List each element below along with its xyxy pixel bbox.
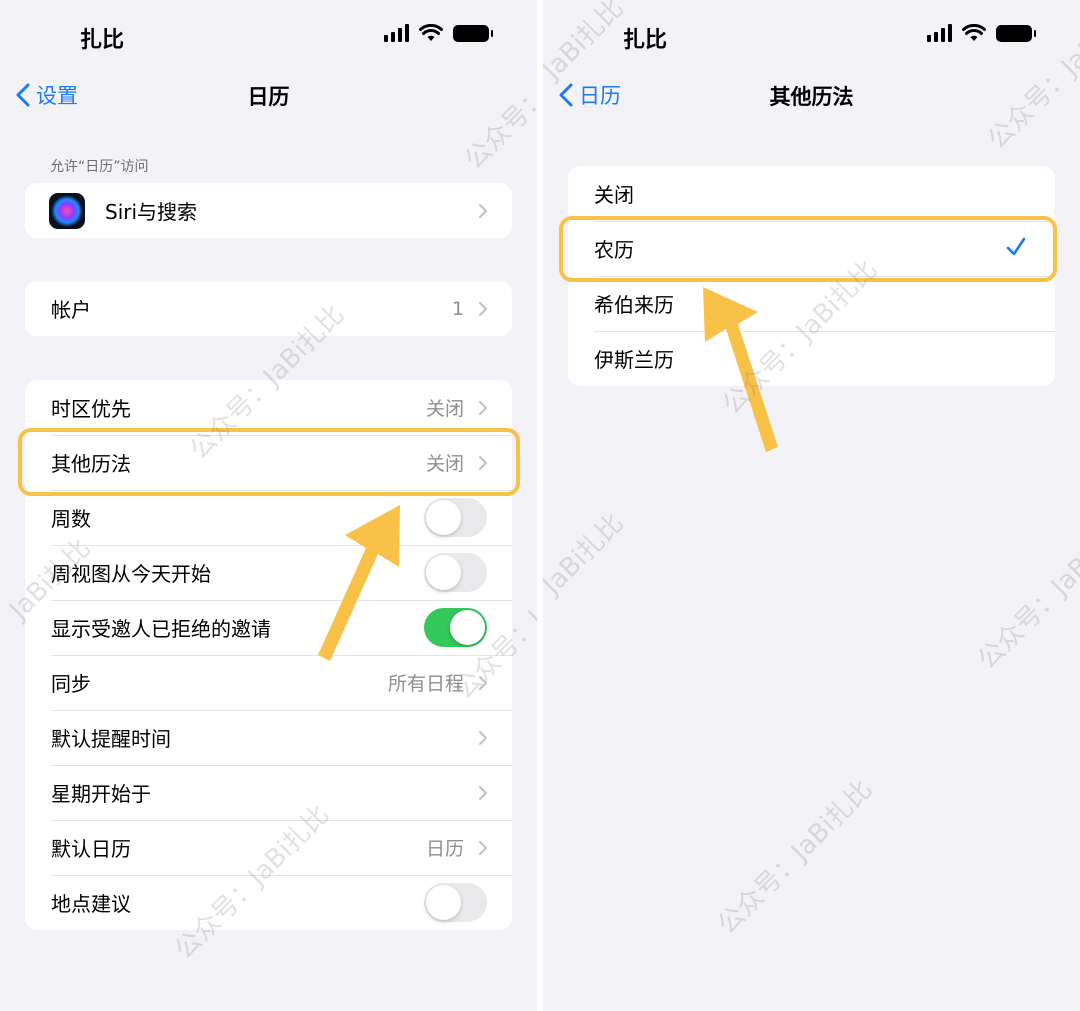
toggle-knob bbox=[426, 555, 461, 590]
row-label: Siri与搜索 bbox=[105, 200, 198, 224]
timezone-override-row[interactable]: 时区优先 关闭 bbox=[25, 380, 512, 435]
siri-icon bbox=[49, 192, 85, 229]
location-suggestions-toggle[interactable] bbox=[424, 883, 487, 922]
option-hebrew[interactable]: 希伯来历 bbox=[568, 276, 1055, 331]
watermark: 公众号：JaBi扎比 bbox=[712, 774, 879, 941]
chevron-right-icon bbox=[478, 675, 488, 691]
accounts-count: 1 bbox=[451, 297, 464, 320]
toggle-knob bbox=[450, 610, 485, 645]
chevron-right-icon bbox=[478, 301, 488, 317]
week-view-today-row: 周视图从今天开始 bbox=[25, 545, 512, 600]
accounts-row[interactable]: 帐户 1 bbox=[25, 281, 512, 336]
calendar-options-group: 时区优先 关闭 其他历法 关闭 周数 周视图从今天开始 显示受邀人已拒绝的邀请 … bbox=[25, 380, 512, 930]
battery-icon bbox=[453, 24, 493, 42]
chevron-right-icon bbox=[478, 400, 488, 416]
show-declined-row: 显示受邀人已拒绝的邀请 bbox=[25, 600, 512, 655]
show-declined-toggle[interactable] bbox=[424, 608, 487, 647]
navigation-bar: 设置 日历 bbox=[0, 70, 537, 120]
status-bar: 扎比 bbox=[543, 0, 1080, 70]
week-start-row[interactable]: 星期开始于 bbox=[25, 765, 512, 820]
row-label: 周数 bbox=[51, 507, 91, 531]
option-label: 关闭 bbox=[594, 183, 634, 207]
calendar-type-list: 关闭 农历 希伯来历 伊斯兰历 bbox=[568, 166, 1055, 386]
row-label: 同步 bbox=[51, 672, 91, 696]
default-calendar-row[interactable]: 默认日历 日历 bbox=[25, 820, 512, 875]
week-numbers-row: 周数 bbox=[25, 490, 512, 545]
row-label: 帐户 bbox=[51, 298, 91, 322]
row-value: 所有日程 bbox=[387, 673, 464, 695]
option-islamic[interactable]: 伊斯兰历 bbox=[568, 331, 1055, 386]
alternate-calendars-screen: 扎比 日历 其他历法 关闭 农历 希伯来历 伊斯兰历 JaBi扎比 公众号：Ja… bbox=[543, 0, 1080, 1011]
row-label: 周视图从今天开始 bbox=[51, 562, 211, 586]
row-value: 关闭 bbox=[425, 398, 464, 420]
row-label: 默认日历 bbox=[51, 837, 131, 861]
accounts-group: 帐户 1 bbox=[25, 281, 512, 336]
option-label: 伊斯兰历 bbox=[594, 348, 674, 372]
row-label: 时区优先 bbox=[51, 397, 131, 421]
option-label: 农历 bbox=[594, 238, 634, 262]
wifi-icon bbox=[962, 24, 986, 41]
chevron-right-icon bbox=[478, 730, 488, 746]
chevron-right-icon bbox=[478, 785, 488, 801]
row-value: 日历 bbox=[425, 838, 464, 860]
row-value: 关闭 bbox=[425, 453, 464, 475]
chevron-right-icon bbox=[478, 840, 488, 856]
siri-search-row[interactable]: Siri与搜索 bbox=[25, 183, 512, 238]
wifi-icon bbox=[419, 24, 443, 41]
battery-icon bbox=[996, 24, 1036, 42]
navigation-bar: 日历 其他历法 bbox=[543, 70, 1080, 120]
watermark: 公众号：JaBi扎比 bbox=[972, 509, 1080, 676]
sync-row[interactable]: 同步 所有日程 bbox=[25, 655, 512, 710]
alternate-calendars-row[interactable]: 其他历法 关闭 bbox=[25, 435, 512, 490]
row-label: 其他历法 bbox=[51, 452, 131, 476]
status-bar: 扎比 bbox=[0, 0, 537, 70]
row-label: 星期开始于 bbox=[51, 782, 151, 806]
option-label: 希伯来历 bbox=[594, 293, 674, 317]
row-label: 默认提醒时间 bbox=[51, 727, 171, 751]
calendar-settings-screen: 扎比 设置 日历 允许“日历”访问 Siri与搜索 帐户 1 时区优先 关闭 其… bbox=[0, 0, 537, 1011]
option-chinese-lunar[interactable]: 农历 bbox=[568, 221, 1055, 276]
toggle-knob bbox=[426, 500, 461, 535]
toggle-knob bbox=[426, 885, 461, 920]
page-title: 日历 bbox=[247, 85, 290, 109]
status-icons bbox=[384, 24, 493, 42]
cellular-signal-icon bbox=[927, 24, 952, 42]
chevron-right-icon bbox=[478, 203, 488, 219]
siri-group: Siri与搜索 bbox=[25, 183, 512, 238]
option-off[interactable]: 关闭 bbox=[568, 166, 1055, 221]
row-label: 显示受邀人已拒绝的邀请 bbox=[51, 617, 271, 641]
page-title: 其他历法 bbox=[769, 85, 854, 109]
section-header: 允许“日历”访问 bbox=[50, 159, 149, 175]
cellular-signal-icon bbox=[384, 24, 409, 42]
carrier-name: 扎比 bbox=[623, 28, 668, 53]
location-suggestions-row: 地点建议 bbox=[25, 875, 512, 930]
watermark: JaBi扎比 bbox=[543, 508, 630, 601]
default-alert-row[interactable]: 默认提醒时间 bbox=[25, 710, 512, 765]
week-numbers-toggle[interactable] bbox=[424, 498, 487, 537]
chevron-right-icon bbox=[478, 455, 488, 471]
carrier-name: 扎比 bbox=[80, 28, 125, 53]
row-label: 地点建议 bbox=[51, 892, 131, 916]
week-view-today-toggle[interactable] bbox=[424, 553, 487, 592]
checkmark-icon bbox=[1006, 237, 1026, 256]
status-icons bbox=[927, 24, 1036, 42]
